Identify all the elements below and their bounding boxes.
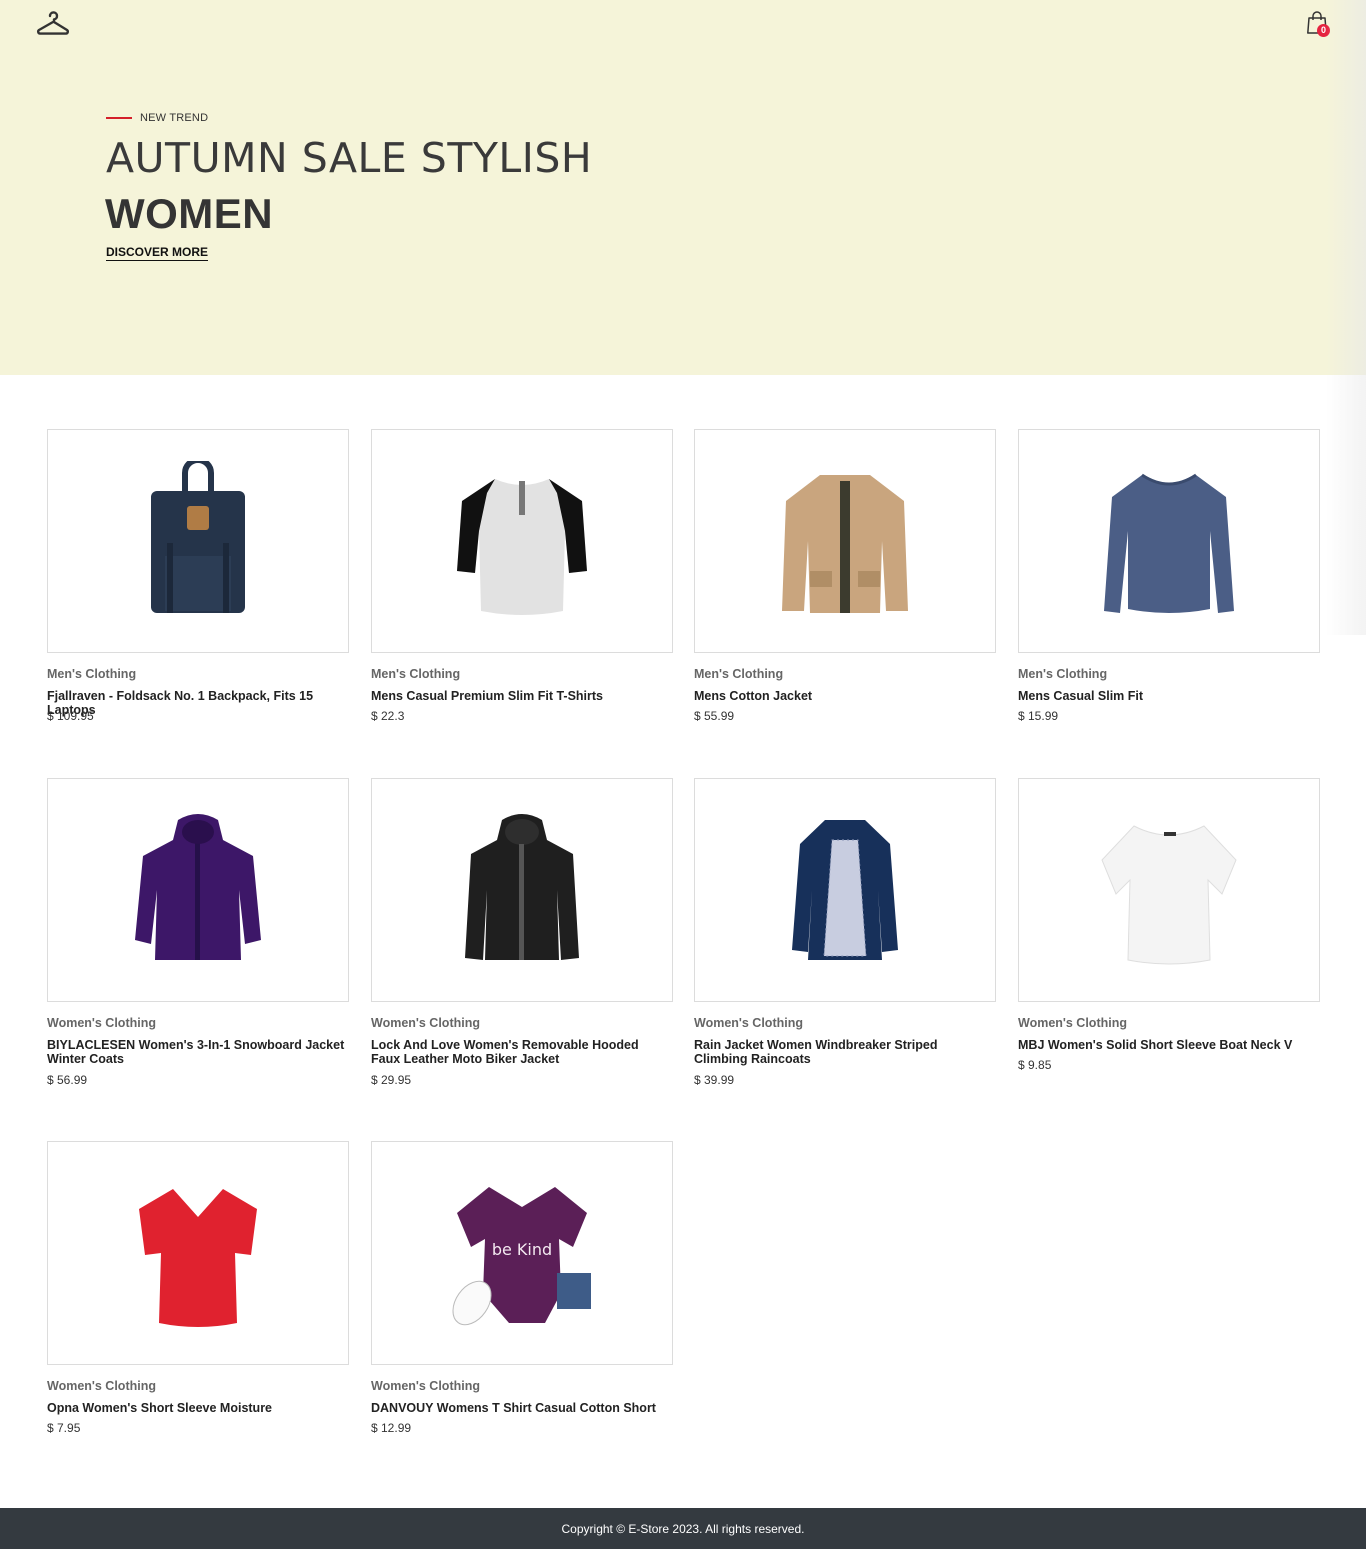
product-price: $ 7.95 (47, 1421, 81, 1435)
product-price: $ 9.85 (1018, 1058, 1052, 1072)
product-name[interactable]: Lock And Love Women's Removable Hooded F… (371, 1038, 671, 1066)
backpack-image (151, 461, 245, 613)
product-name[interactable]: BIYLACLESEN Women's 3-In-1 Snowboard Jac… (47, 1038, 347, 1066)
product-image[interactable] (1018, 429, 1320, 653)
product-price: $ 22.3 (371, 709, 405, 723)
edge-shadow (1326, 375, 1366, 635)
cart-button[interactable]: 0 (1306, 10, 1332, 38)
hanger-icon[interactable] (36, 8, 70, 38)
tag-line-divider (106, 117, 132, 119)
red-tshirt-image (139, 1189, 257, 1327)
product-category: Women's Clothing (47, 1379, 156, 1393)
product-category: Men's Clothing (694, 667, 784, 681)
product-card[interactable]: Men's Clothing Fjallraven - Foldsack No. … (47, 429, 349, 723)
product-image[interactable] (371, 429, 673, 653)
product-price: $ 55.99 (694, 709, 735, 723)
product-name[interactable]: Opna Women's Short Sleeve Moisture (47, 1401, 347, 1415)
leather-jacket-image (465, 814, 579, 960)
product-price: $ 29.95 (371, 1073, 412, 1087)
product-price: $ 12.99 (371, 1421, 412, 1435)
product-card[interactable]: be Kind Women's Clothing DANVOUY Womens T … (371, 1141, 673, 1435)
product-price: $ 56.99 (47, 1073, 88, 1087)
product-image[interactable] (47, 429, 349, 653)
product-card[interactable]: Women's Clothing BIYLACLESEN Women's 3-In… (47, 778, 349, 1087)
copyright-text: Copyright © E-Store 2023. All rights res… (561, 1522, 805, 1536)
product-card[interactable]: Men's Clothing Mens Cotton Jacket $ 55.99 (694, 429, 996, 723)
hero-title: AUTUMN SALE STYLISH (106, 134, 593, 182)
product-image[interactable] (1018, 778, 1320, 1002)
product-card[interactable]: Women's Clothing Opna Women's Short Sleev… (47, 1141, 349, 1435)
product-card[interactable]: Women's Clothing Rain Jacket Women Windbr… (694, 778, 996, 1087)
product-category: Women's Clothing (1018, 1016, 1127, 1030)
rain-jacket-image (792, 820, 898, 960)
product-card[interactable]: Men's Clothing Mens Casual Premium Slim F… (371, 429, 673, 723)
product-name[interactable]: DANVOUY Womens T Shirt Casual Cotton Sho… (371, 1401, 671, 1415)
snowboard-jacket-image (135, 814, 261, 960)
product-name[interactable]: Mens Casual Slim Fit (1018, 689, 1318, 703)
product-price: $ 39.99 (694, 1073, 735, 1087)
long-sleeve-shirt-image (1104, 473, 1234, 613)
hero-subtitle: WOMEN (105, 190, 274, 237)
cotton-jacket-image (782, 475, 908, 613)
purple-tshirt-image: be Kind (452, 1187, 591, 1326)
discover-more-link[interactable]: DISCOVER MORE (106, 245, 209, 261)
footer: Copyright © E-Store 2023. All rights res… (0, 1508, 1366, 1549)
white-top-image (1101, 825, 1237, 965)
print-text: be Kind (492, 1240, 552, 1259)
product-price: $ 109.95 (47, 709, 94, 723)
product-name[interactable]: Mens Cotton Jacket (694, 689, 994, 703)
product-card[interactable]: Men's Clothing Mens Casual Slim Fit $ 15.9… (1018, 429, 1320, 723)
product-price: $ 15.99 (1018, 709, 1059, 723)
product-category: Women's Clothing (371, 1379, 480, 1393)
product-card[interactable]: Women's Clothing MBJ Women's Solid Short … (1018, 778, 1320, 1072)
product-category: Men's Clothing (1018, 667, 1108, 681)
hero-tag: NEW TREND (106, 112, 208, 124)
product-category: Women's Clothing (371, 1016, 480, 1030)
hero-banner: 0 NEW TREND AUTUMN SALE STYLISH WOMEN DI… (0, 0, 1366, 375)
product-image[interactable] (371, 778, 673, 1002)
product-name[interactable]: Rain Jacket Women Windbreaker Striped Cl… (694, 1038, 994, 1066)
product-card[interactable]: Women's Clothing Lock And Love Women's Re… (371, 778, 673, 1087)
product-category: Women's Clothing (47, 1016, 156, 1030)
raglan-tshirt-image (457, 479, 587, 615)
product-category: Men's Clothing (47, 667, 137, 681)
cart-count-badge: 0 (1317, 24, 1330, 37)
hero-tag-text: NEW TREND (140, 112, 209, 124)
product-image[interactable] (694, 778, 996, 1002)
product-name[interactable]: MBJ Women's Solid Short Sleeve Boat Neck… (1018, 1038, 1318, 1052)
product-image[interactable] (47, 1141, 349, 1365)
product-image[interactable] (47, 778, 349, 1002)
product-category: Men's Clothing (371, 667, 461, 681)
product-name[interactable]: Mens Casual Premium Slim Fit T-Shirts (371, 689, 671, 703)
product-image[interactable]: be Kind (371, 1141, 673, 1365)
product-image[interactable] (694, 429, 996, 653)
product-category: Women's Clothing (694, 1016, 803, 1030)
